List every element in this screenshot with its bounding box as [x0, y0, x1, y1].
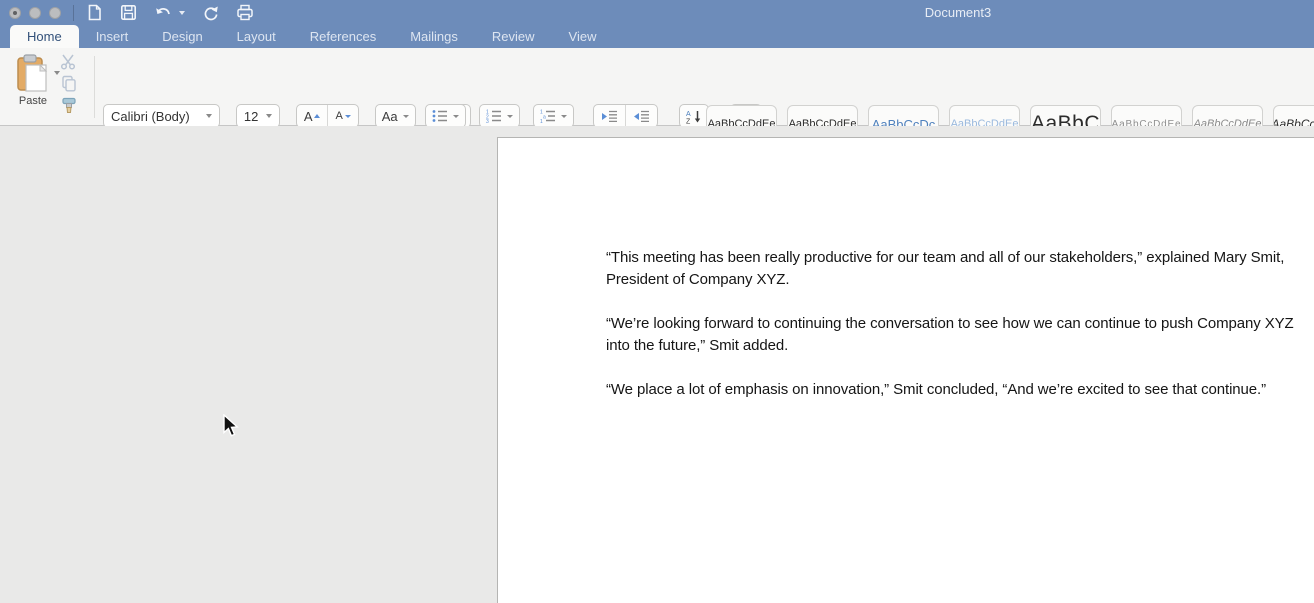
titlebar-divider: [73, 5, 74, 21]
paragraph-1[interactable]: “This meeting has been really productive…: [606, 247, 1296, 291]
group-divider: [94, 56, 95, 118]
clipboard-mini-buttons: [60, 54, 78, 114]
tab-insert[interactable]: Insert: [79, 25, 146, 48]
font-name-value: Calibri (Body): [111, 109, 190, 124]
paste-clipboard-icon: [13, 53, 53, 93]
print-button[interactable]: [236, 4, 254, 21]
svg-text:3: 3: [486, 119, 489, 123]
shrink-arrow-icon: [345, 115, 351, 118]
shrink-font-button[interactable]: A: [328, 105, 357, 127]
minimize-button[interactable]: [29, 7, 41, 19]
grow-font-button[interactable]: A: [297, 105, 329, 127]
numbered-list-caret[interactable]: [507, 115, 513, 118]
ribbon-tab-bar: Home Insert Design Layout References Mai…: [0, 25, 1314, 48]
new-document-button[interactable]: [86, 4, 103, 21]
save-icon: [120, 4, 137, 21]
redo-button[interactable]: [202, 4, 219, 21]
font-size-stepper: A A: [296, 104, 359, 128]
document-text[interactable]: “This meeting has been really productive…: [606, 247, 1296, 423]
paste-label: Paste: [8, 95, 58, 107]
undo-icon: [154, 5, 174, 21]
bullet-list-icon: [432, 109, 448, 123]
numbered-list-icon: 123: [486, 109, 502, 123]
bullet-list-button[interactable]: [425, 104, 466, 128]
tab-layout[interactable]: Layout: [220, 25, 293, 48]
redo-icon: [202, 4, 219, 21]
svg-text:a: a: [543, 115, 546, 121]
font-group-row1: Calibri (Body) 12 A A Aa A: [103, 104, 471, 128]
unsaved-dot-icon: [13, 11, 17, 15]
increase-indent-icon: [633, 110, 650, 123]
font-name-select[interactable]: Calibri (Body): [103, 104, 220, 128]
copy-icon[interactable]: [61, 75, 77, 92]
decrease-indent-icon: [601, 110, 618, 123]
bullet-list-caret[interactable]: [453, 115, 459, 118]
print-icon: [236, 4, 254, 21]
zoom-button[interactable]: [49, 7, 61, 19]
sort-z-glyph: Z: [686, 118, 691, 124]
title-bar: Document3: [0, 0, 1314, 25]
paragraph-2[interactable]: “We’re looking forward to continuing the…: [606, 313, 1296, 357]
paste-button[interactable]: Paste: [8, 53, 58, 107]
window-controls: [9, 7, 61, 19]
tab-mailings[interactable]: Mailings: [393, 25, 475, 48]
svg-text:1: 1: [540, 119, 543, 123]
sort-a-glyph: A: [686, 111, 691, 118]
close-button[interactable]: [9, 7, 21, 19]
indent-segment: [593, 104, 658, 128]
font-name-caret: [206, 114, 212, 118]
increase-indent-button[interactable]: [626, 105, 657, 127]
shrink-font-glyph: A: [335, 110, 342, 122]
ribbon-home: Paste Calibri (Body) 12 A A Aa A B I: [0, 48, 1314, 126]
cut-icon[interactable]: [60, 54, 78, 70]
document-page[interactable]: “This meeting has been really productive…: [497, 137, 1314, 603]
multilevel-list-icon: 1a1: [540, 109, 556, 123]
change-case-glyph: Aa: [382, 109, 398, 124]
grow-font-glyph: A: [304, 109, 313, 124]
tab-home[interactable]: Home: [10, 25, 79, 48]
sort-button[interactable]: AZ: [679, 104, 709, 128]
tab-view[interactable]: View: [552, 25, 614, 48]
undo-dropdown-caret[interactable]: [179, 11, 185, 15]
change-case-button[interactable]: Aa: [375, 104, 416, 128]
quick-access-toolbar: [86, 4, 254, 21]
decrease-indent-button[interactable]: [594, 105, 626, 127]
font-size-value: 12: [244, 109, 258, 124]
paragraph-3[interactable]: “We place a lot of emphasis on innovatio…: [606, 379, 1296, 401]
undo-button[interactable]: [154, 5, 185, 21]
format-painter-icon[interactable]: [61, 97, 78, 114]
save-button[interactable]: [120, 4, 137, 21]
multilevel-list-caret[interactable]: [561, 115, 567, 118]
font-size-select[interactable]: 12: [236, 104, 280, 128]
grow-arrow-icon: [314, 114, 320, 118]
sort-icon: AZ: [686, 109, 702, 124]
tab-references[interactable]: References: [293, 25, 393, 48]
font-size-caret: [266, 114, 272, 118]
window-title: Document3: [898, 5, 1018, 20]
tab-review[interactable]: Review: [475, 25, 552, 48]
multilevel-list-button[interactable]: 1a1: [533, 104, 574, 128]
change-case-caret: [403, 115, 409, 118]
new-document-icon: [86, 4, 103, 21]
document-canvas: “This meeting has been really productive…: [0, 126, 1314, 603]
numbered-list-button[interactable]: 123: [479, 104, 520, 128]
tab-design[interactable]: Design: [145, 25, 219, 48]
